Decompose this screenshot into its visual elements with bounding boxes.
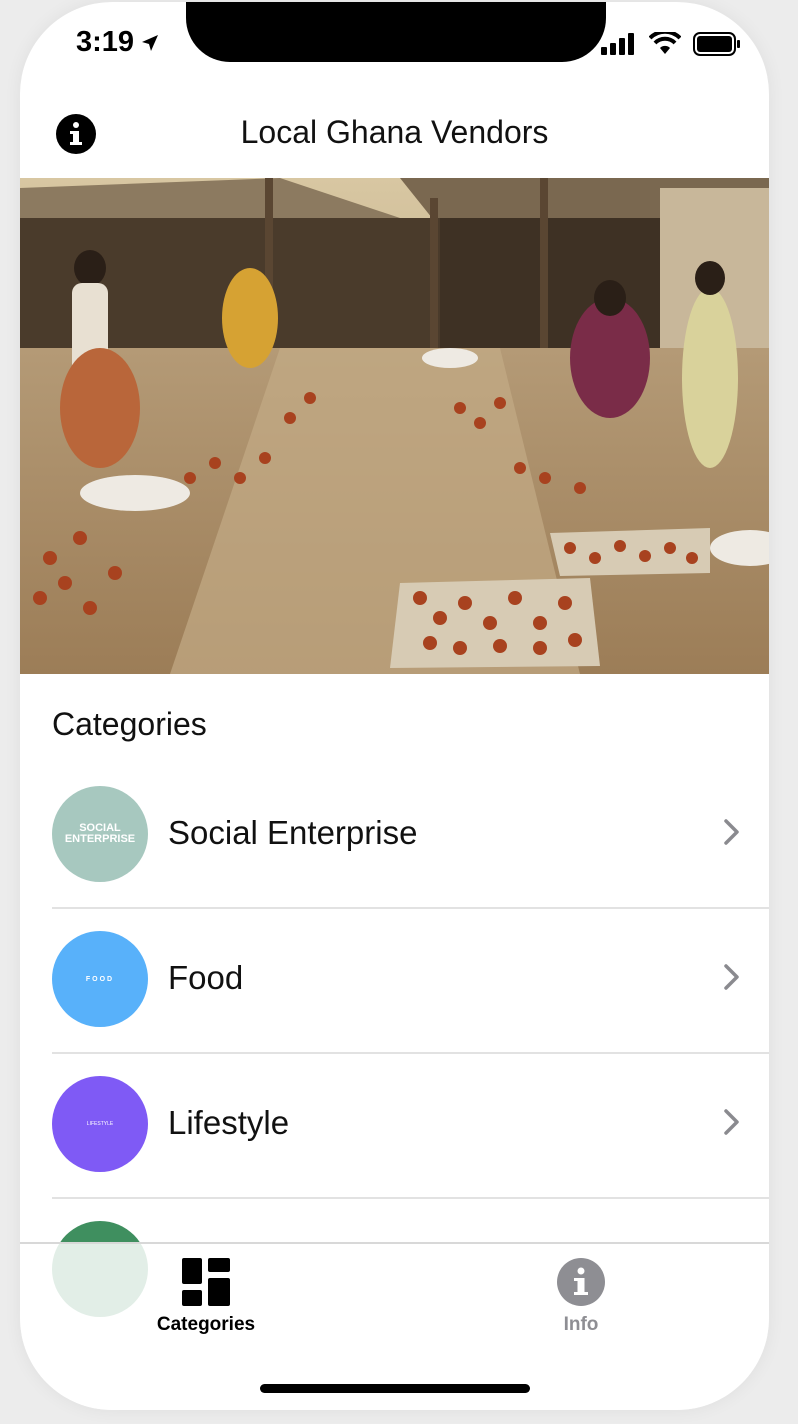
avatar-badge-text: FOOD [85,975,115,983]
category-label: Lifestyle [168,1104,290,1141]
notch [186,2,606,62]
category-row-food[interactable]: FOOD Food [52,909,769,1054]
category-row-lifestyle[interactable]: LIFESTYLE Lifestyle [52,1054,769,1199]
dashboard-icon [182,1258,230,1306]
category-row-social-enterprise[interactable]: SOCIAL ENTERPRISE Social Enterprise [52,764,769,909]
tab-categories[interactable]: Categories [106,1258,306,1336]
tab-info[interactable]: Info [481,1258,681,1336]
category-label: Food [168,959,244,996]
location-arrow-icon [142,34,159,51]
market-hero-image [20,178,769,674]
wifi-icon [649,32,681,54]
chevron-right-icon [724,964,739,990]
category-avatar: SOCIAL ENTERPRISE [52,786,148,882]
phone-screen: 3:19 Local Ghana Vendors Categories SOCI… [20,2,769,1410]
status-time: 3:19 [76,26,160,59]
category-label: Social Enterprise [168,814,418,851]
info-icon [557,1258,605,1306]
tab-label: Info [563,1314,599,1335]
cellular-signal-icon [601,33,634,55]
home-indicator [260,1384,530,1393]
chevron-right-icon [724,819,739,845]
time-text: 3:19 [76,26,135,58]
chevron-right-icon [724,1109,739,1135]
section-title: Categories [52,706,207,742]
avatar-badge-text: LIFESTYLE [86,1121,114,1127]
tab-label: Categories [156,1314,256,1335]
status-indicators [601,32,741,56]
avatar-badge-text: SOCIAL ENTERPRISE [64,822,136,845]
category-avatar: LIFESTYLE [52,1076,148,1172]
battery-icon [693,32,740,56]
category-avatar: FOOD [52,931,148,1027]
page-title: Local Ghana Vendors [240,114,549,150]
market-scene [20,178,769,674]
